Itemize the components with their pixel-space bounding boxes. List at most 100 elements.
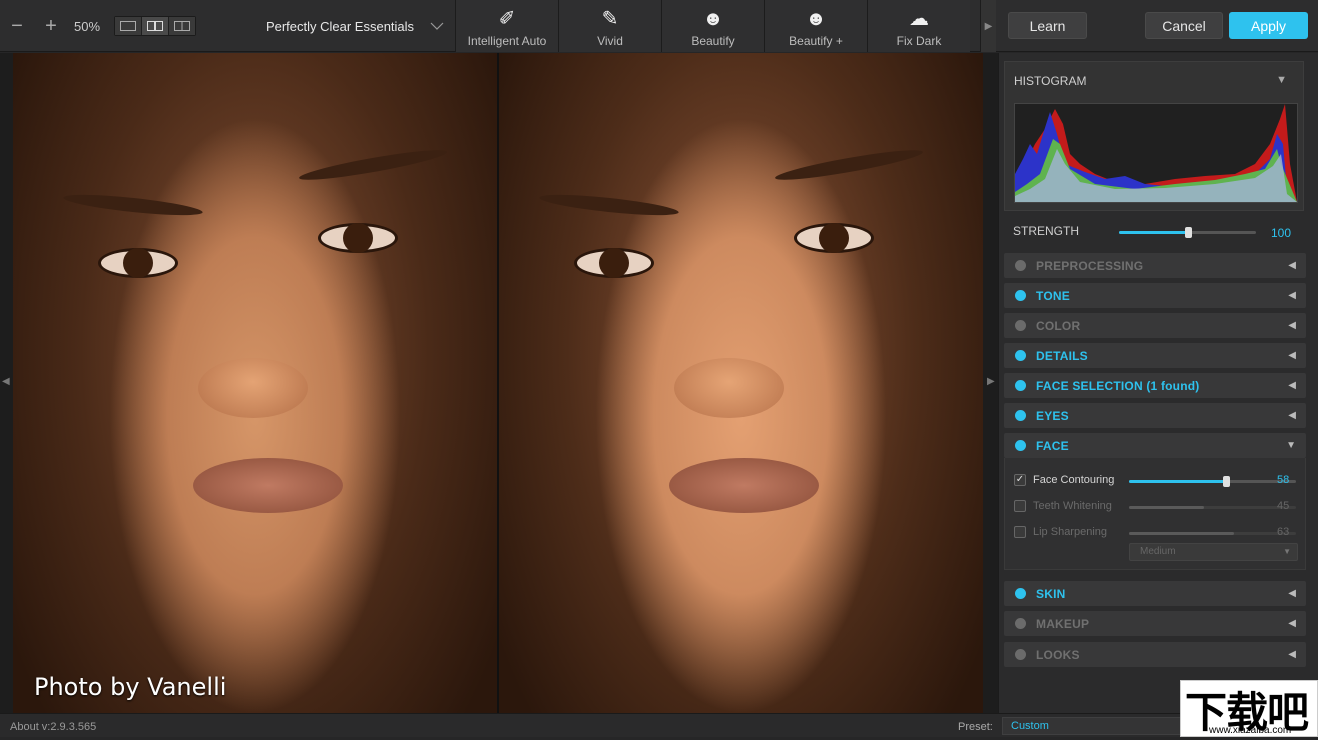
photo-credit: Photo by Vanelli <box>34 673 227 701</box>
toggle-dot-icon[interactable] <box>1015 440 1026 451</box>
face-contouring-value: 58 <box>1277 474 1290 486</box>
face-contouring-slider[interactable] <box>1129 476 1296 487</box>
toggle-dot-icon[interactable] <box>1015 410 1026 421</box>
section-label: LOOKS <box>1036 647 1080 662</box>
strength-slider-handle[interactable] <box>1184 227 1192 238</box>
learn-button[interactable]: Learn <box>1008 12 1087 39</box>
section-label: FACE SELECTION (1 found) <box>1036 378 1200 393</box>
lips <box>193 458 343 513</box>
section-label: COLOR <box>1036 318 1081 333</box>
left-brow <box>62 190 204 220</box>
preset-intelligent-auto[interactable]: ✐ Intelligent Auto <box>455 0 558 52</box>
section-eyes[interactable]: EYES ◀ <box>1004 403 1306 428</box>
status-bar: About v:2.9.3.565 Preset: Custom <box>0 713 1318 737</box>
teeth-whitening-label: Teeth Whitening <box>1033 500 1112 512</box>
face-contouring-label: Face Contouring <box>1033 474 1115 486</box>
right-brow <box>773 145 925 185</box>
face-contouring-slider-fill <box>1129 480 1226 483</box>
split-view-icon[interactable] <box>142 17 169 35</box>
collapse-panel-icon[interactable]: ▶ <box>987 376 995 387</box>
nose <box>674 358 784 418</box>
toggle-dot-icon[interactable] <box>1015 380 1026 391</box>
lip-sharpening-checkbox[interactable] <box>1014 526 1026 538</box>
about-version[interactable]: About v:2.9.3.565 <box>10 721 96 733</box>
section-skin[interactable]: SKIN ◀ <box>1004 581 1306 606</box>
watermark-url: www.xiazaiba.com <box>1209 725 1292 736</box>
teeth-whitening-row: Teeth Whitening 45 <box>1005 497 1305 517</box>
zoom-out-button[interactable]: − <box>0 0 34 52</box>
lip-sharpening-mode-dropdown[interactable]: Medium ▼ <box>1129 543 1298 561</box>
triangle-left-icon[interactable]: ◀ <box>1288 290 1296 301</box>
toggle-dot-icon[interactable] <box>1015 649 1026 660</box>
section-label: PREPROCESSING <box>1036 258 1144 273</box>
teeth-whitening-checkbox[interactable] <box>1014 500 1026 512</box>
section-label: DETAILS <box>1036 348 1088 363</box>
left-eye <box>98 248 178 278</box>
section-tone[interactable]: TONE ◀ <box>1004 283 1306 308</box>
top-toolbar: − + 50% Perfectly Clear Essentials ✐ Int… <box>0 0 1318 52</box>
section-makeup[interactable]: MAKEUP ◀ <box>1004 611 1306 636</box>
toggle-dot-icon[interactable] <box>1015 618 1026 629</box>
lip-sharpening-value: 63 <box>1277 526 1290 538</box>
teeth-whitening-slider[interactable] <box>1129 506 1296 509</box>
triangle-left-icon[interactable]: ◀ <box>1288 618 1296 629</box>
section-details[interactable]: DETAILS ◀ <box>1004 343 1306 368</box>
preset-value-field[interactable]: Custom <box>1002 717 1182 735</box>
triangle-left-icon[interactable]: ◀ <box>1288 410 1296 421</box>
cloud-icon: ☁ <box>909 8 929 30</box>
zoom-level[interactable]: 50% <box>74 19 100 34</box>
toggle-dot-icon[interactable] <box>1015 320 1026 331</box>
section-preprocessing[interactable]: PREPROCESSING ◀ <box>1004 253 1306 278</box>
lip-sharpening-label: Lip Sharpening <box>1033 526 1108 538</box>
preset-beautify-plus[interactable]: ☻ Beautify + <box>764 0 867 52</box>
triangle-left-icon[interactable]: ◀ <box>1288 260 1296 271</box>
strength-slider-fill <box>1119 231 1188 234</box>
preset-scroll-right-icon[interactable]: ▶ <box>980 0 996 52</box>
lip-sharpening-slider[interactable] <box>1129 532 1296 535</box>
face-contouring-checkbox[interactable]: ✓ <box>1014 474 1026 486</box>
toggle-dot-icon[interactable] <box>1015 350 1026 361</box>
toggle-dot-icon[interactable] <box>1015 588 1026 599</box>
preset-fix-dark[interactable]: ☁ Fix Dark <box>867 0 970 52</box>
preset-selector[interactable]: Perfectly Clear Essentials <box>226 0 454 52</box>
right-eye <box>318 223 398 253</box>
strength-slider[interactable] <box>1119 227 1256 238</box>
preset-vivid[interactable]: ✎ Vivid <box>558 0 661 52</box>
triangle-left-icon[interactable]: ◀ <box>1288 588 1296 599</box>
preset-label: Preset: <box>958 721 993 733</box>
triangle-left-icon[interactable]: ◀ <box>1288 350 1296 361</box>
toggle-dot-icon[interactable] <box>1015 260 1026 271</box>
triangle-down-icon[interactable]: ▼ <box>1276 74 1287 86</box>
lip-sharpening-row: Lip Sharpening 63 <box>1005 523 1305 543</box>
preset-label: Fix Dark <box>896 34 942 48</box>
apply-button[interactable]: Apply <box>1229 12 1308 39</box>
single-view-icon[interactable] <box>115 17 142 35</box>
preset-beautify[interactable]: ☻ Beautify <box>661 0 764 52</box>
magic-wand-icon: ✐ <box>498 8 516 30</box>
zoom-in-button[interactable]: + <box>34 0 68 52</box>
section-label: MAKEUP <box>1036 616 1090 631</box>
cancel-button[interactable]: Cancel <box>1145 12 1223 39</box>
chevron-down-icon[interactable] <box>430 18 444 34</box>
triangle-left-icon[interactable]: ◀ <box>1288 320 1296 331</box>
section-face-selection[interactable]: FACE SELECTION (1 found) ◀ <box>1004 373 1306 398</box>
collapse-left-icon[interactable]: ◀ <box>2 376 10 387</box>
face-section-body: ✓ Face Contouring 58 Teeth Whitening 45 … <box>1004 458 1306 570</box>
preset-label: Beautify <box>691 34 735 48</box>
triangle-left-icon[interactable]: ◀ <box>1288 380 1296 391</box>
triangle-left-icon[interactable]: ◀ <box>1288 649 1296 660</box>
original-image[interactable]: Photo by Vanelli <box>13 53 497 713</box>
section-face[interactable]: FACE ▼ <box>1004 433 1306 458</box>
side-by-side-icon[interactable] <box>169 17 196 35</box>
corrected-image[interactable] <box>499 53 983 713</box>
triangle-down-icon[interactable]: ▼ <box>1286 440 1296 451</box>
nose <box>198 358 308 418</box>
dropdown-value: Medium <box>1140 546 1176 557</box>
face-contouring-slider-handle[interactable] <box>1222 476 1230 487</box>
adjustments-panel: HISTOGRAM ▼ STRENGTH 100 PREPROCESSING ◀… <box>998 53 1318 713</box>
histogram-title: HISTOGRAM <box>1014 74 1087 88</box>
toggle-dot-icon[interactable] <box>1015 290 1026 301</box>
strength-value: 100 <box>1271 226 1292 240</box>
section-looks[interactable]: LOOKS ◀ <box>1004 642 1306 667</box>
section-color[interactable]: COLOR ◀ <box>1004 313 1306 338</box>
